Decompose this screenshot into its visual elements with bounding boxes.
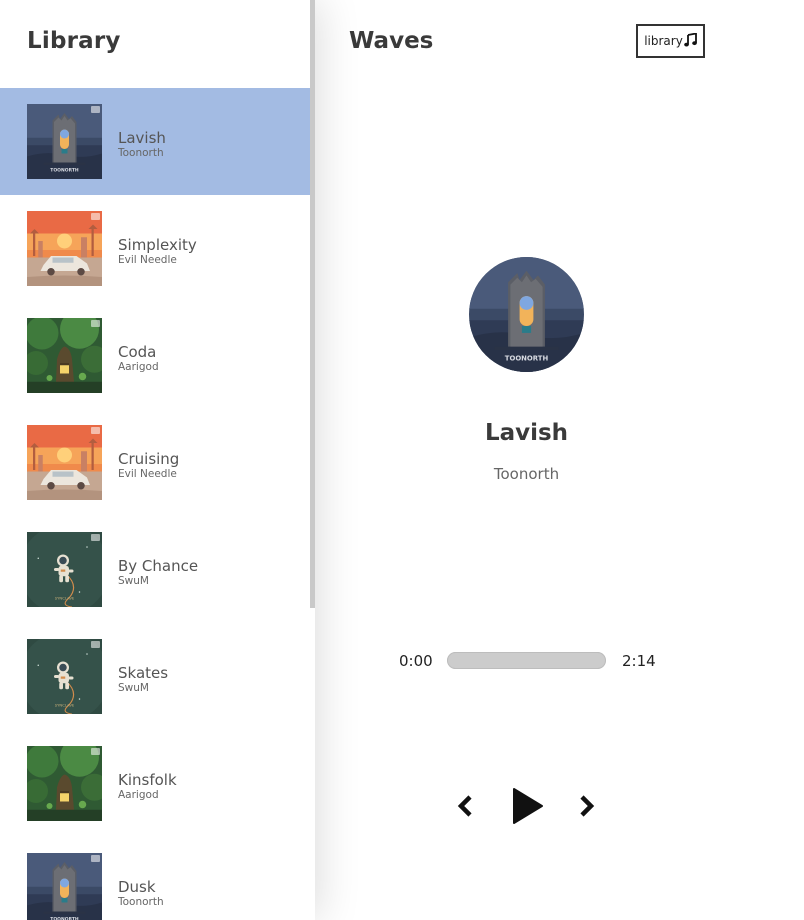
music-note-icon — [683, 31, 697, 50]
cover-tag — [91, 320, 100, 327]
song-name: Skates — [118, 663, 169, 682]
skip-forward-button[interactable] — [577, 793, 597, 819]
song-artist: Toonorth — [118, 146, 164, 159]
song-cover — [27, 532, 102, 607]
app: Library Lavish Toonorth Simplexity Evil Nee… — [0, 0, 804, 920]
progress-slider[interactable] — [447, 652, 606, 669]
play-button[interactable] — [510, 787, 544, 825]
library-button-label: library — [644, 34, 683, 48]
song-list: Lavish Toonorth Simplexity Evil Needle Coda A… — [0, 88, 310, 920]
song-info: Skates SwuM — [118, 664, 168, 694]
song-name: By Chance — [118, 556, 199, 575]
player: Waves library Lavish Toonorth 0:00 2:14 — [315, 0, 804, 920]
track-title: Lavish — [484, 420, 569, 446]
skip-back-button[interactable] — [455, 793, 475, 819]
song-info: Cruising Evil Needle — [118, 450, 179, 480]
song-artist: Aarigod — [118, 788, 159, 801]
library-song-item[interactable]: Lavish Toonorth — [0, 88, 310, 195]
cover-tag — [91, 427, 100, 434]
cover-tag — [91, 748, 100, 755]
song-cover — [27, 639, 102, 714]
library-title: Library — [27, 28, 121, 54]
track-artist: Toonorth — [493, 465, 560, 483]
chevron-left-icon — [455, 795, 475, 822]
song-name: Lavish — [118, 128, 166, 147]
song-info: Kinsfolk Aarigod — [118, 771, 177, 801]
library-song-item[interactable]: Dusk Toonorth — [0, 837, 310, 920]
cover-tag — [91, 641, 100, 648]
song-artist: Evil Needle — [118, 467, 177, 480]
song-info: Simplexity Evil Needle — [118, 236, 197, 266]
song-artist: Evil Needle — [118, 253, 177, 266]
current-time: 0:00 — [399, 652, 433, 670]
song-cover — [27, 853, 102, 920]
song-cover — [27, 746, 102, 821]
play-icon — [510, 788, 544, 828]
cover-tag — [91, 855, 100, 862]
library-song-item[interactable]: By Chance SwuM — [0, 516, 310, 623]
song-cover — [27, 425, 102, 500]
cover-tag — [91, 213, 100, 220]
library-song-item[interactable]: Cruising Evil Needle — [0, 409, 310, 516]
song-name: Coda — [118, 342, 157, 361]
cover-tag — [91, 534, 100, 541]
song-artist: Aarigod — [118, 360, 159, 373]
album-cover — [469, 257, 584, 372]
song-name: Simplexity — [118, 235, 197, 254]
song-artist: SwuM — [118, 574, 149, 587]
song-name: Dusk — [118, 877, 156, 896]
song-info: Dusk Toonorth — [118, 878, 164, 908]
song-cover — [27, 318, 102, 393]
library-scrollbar[interactable] — [310, 0, 315, 608]
cover-tag — [91, 106, 100, 113]
chevron-right-icon — [577, 795, 597, 822]
song-name: Cruising — [118, 449, 180, 468]
song-cover — [27, 211, 102, 286]
library-toggle-button[interactable]: library — [636, 24, 705, 58]
song-info: By Chance SwuM — [118, 557, 198, 587]
song-cover — [27, 104, 102, 179]
library-song-item[interactable]: Skates SwuM — [0, 623, 310, 730]
duration: 2:14 — [622, 652, 656, 670]
library-song-item[interactable]: Kinsfolk Aarigod — [0, 730, 310, 837]
library-panel: Library Lavish Toonorth Simplexity Evil Nee… — [0, 0, 315, 920]
song-artist: SwuM — [118, 681, 149, 694]
song-artist: Toonorth — [118, 895, 164, 908]
song-name: Kinsfolk — [118, 770, 177, 789]
library-song-item[interactable]: Coda Aarigod — [0, 302, 310, 409]
song-info: Coda Aarigod — [118, 343, 159, 373]
song-info: Lavish Toonorth — [118, 129, 166, 159]
library-song-item[interactable]: Simplexity Evil Needle — [0, 195, 310, 302]
app-brand: Waves — [349, 28, 434, 54]
